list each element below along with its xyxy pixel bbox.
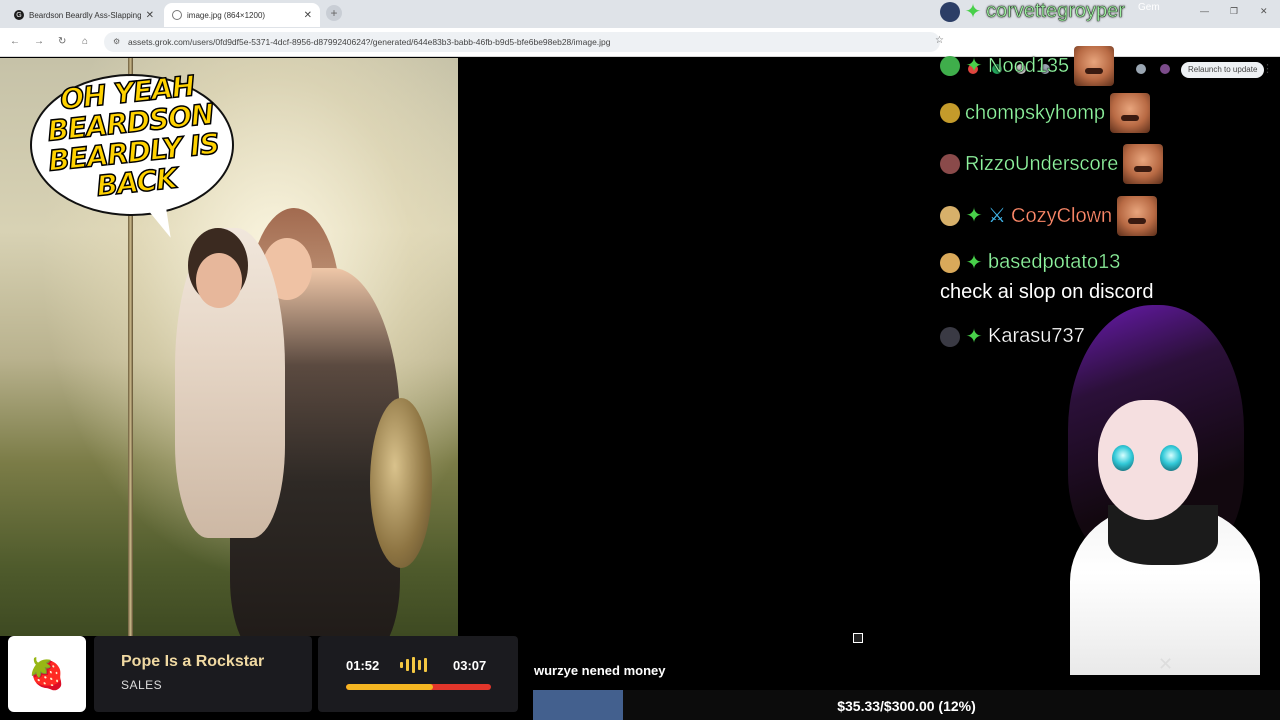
shield	[370, 398, 432, 568]
donation-goal-text: $35.33/$300.00 (12%)	[837, 698, 976, 714]
tab-favicon-icon: G	[14, 10, 24, 20]
user-avatar-icon	[940, 252, 960, 273]
reload-icon[interactable]: ↻	[58, 36, 66, 47]
user-avatar-icon	[940, 56, 960, 76]
chat-message: ✦ Nood135	[940, 46, 1115, 86]
home-icon[interactable]: ⌂	[82, 36, 88, 47]
close-window-icon[interactable]: ✕	[1260, 6, 1268, 17]
url-text: assets.grok.com/users/0fd9df5e-5371-4dcf…	[128, 37, 611, 47]
reading-list-icon[interactable]	[1136, 64, 1146, 74]
chat-message: ✦ corvettegroyper	[940, 0, 1125, 23]
song-title: Pope Is a Rockstar	[121, 653, 265, 670]
chat-username: basedpotato13	[988, 251, 1121, 273]
maximize-icon[interactable]: ❐	[1230, 6, 1238, 17]
mouse-cursor	[853, 633, 863, 643]
vtuber-avatar	[1060, 305, 1280, 675]
equalizer-icon	[400, 657, 427, 673]
bookmark-star-icon[interactable]: ☆	[935, 35, 944, 46]
sword-badge-icon: ⚔	[988, 205, 1006, 227]
album-art: 🍓	[8, 636, 86, 712]
menu-icon[interactable]: ⋮	[1262, 62, 1273, 75]
new-tab-icon[interactable]: +	[326, 5, 342, 21]
close-tab-icon[interactable]: ✕	[304, 10, 312, 21]
speech-bubble-text: OH YEAH BEARDSON BEARDLY IS BACK	[45, 69, 221, 204]
playback-panel: 01:52 03:07	[318, 636, 518, 712]
back-icon[interactable]: ←	[10, 36, 20, 47]
url-field[interactable]: ⚙ assets.grok.com/users/0fd9df5e-5371-4d…	[104, 32, 940, 52]
tab-favicon-icon	[172, 10, 182, 20]
song-progress-track	[346, 684, 491, 690]
total-time: 03:07	[453, 658, 487, 673]
subscriber-badge-icon: ✦	[964, 0, 982, 23]
avatar-eye	[1112, 445, 1134, 471]
now-playing-panel: Pope Is a Rockstar SALES	[94, 636, 312, 712]
chat-message: RizzoUnderscore	[940, 144, 1164, 184]
subscriber-badge-icon: ✦	[965, 325, 983, 348]
chat-username: CozyClown	[1011, 204, 1113, 227]
song-progress-fill	[346, 684, 433, 690]
truncated-text: Gem	[1138, 2, 1160, 13]
elapsed-time: 01:52	[346, 658, 380, 673]
subscriber-badge-icon: ✦	[965, 55, 983, 77]
chat-message: ✦ ⚔ CozyClown	[940, 196, 1158, 236]
close-icon: ✕	[1158, 654, 1174, 674]
chat-message: ✦ basedpotato13	[940, 251, 1120, 274]
chat-username: corvettegroyper	[986, 0, 1125, 22]
emote-icon	[1117, 196, 1158, 236]
close-tab-icon[interactable]: ✕	[146, 10, 154, 21]
tab-image[interactable]: image.jpg (864×1200) ✕	[164, 3, 320, 27]
song-artist: SALES	[121, 678, 163, 692]
tab-title: Beardson Beardly Ass-Slapping	[29, 10, 141, 20]
bearded-man-face	[196, 253, 242, 308]
chat-message: chompskyhomp	[940, 93, 1151, 133]
chat-username: chompskyhomp	[965, 101, 1106, 124]
avatar-eye	[1160, 445, 1182, 471]
emote-icon	[1110, 93, 1151, 133]
forward-icon[interactable]: →	[34, 36, 44, 47]
subscriber-badge-icon: ✦	[965, 251, 983, 274]
user-avatar-icon	[940, 326, 960, 347]
tab-beardson[interactable]: G Beardson Beardly Ass-Slapping ✕	[6, 3, 162, 27]
user-avatar-icon	[940, 206, 960, 226]
chat-message-text: check ai slop on discord	[940, 281, 1154, 303]
chat-username: Nood135	[988, 54, 1070, 77]
profile-avatar-icon[interactable]	[1160, 64, 1170, 74]
user-avatar-icon	[940, 1, 960, 22]
minimize-icon[interactable]: —	[1200, 6, 1209, 16]
user-avatar-icon	[940, 103, 960, 123]
donation-message: wurzye nened money	[534, 663, 666, 678]
emote-icon	[1123, 144, 1164, 184]
donation-goal-bar: $35.33/$300.00 (12%)	[533, 690, 1280, 720]
relaunch-button[interactable]: Relaunch to update	[1181, 62, 1265, 78]
site-info-icon[interactable]: ⚙	[113, 32, 120, 52]
chat-username: RizzoUnderscore	[965, 152, 1119, 175]
user-avatar-icon	[940, 154, 960, 174]
subscriber-badge-icon: ✦	[965, 205, 983, 227]
tab-title: image.jpg (864×1200)	[187, 10, 266, 20]
emote-icon	[1074, 46, 1115, 86]
